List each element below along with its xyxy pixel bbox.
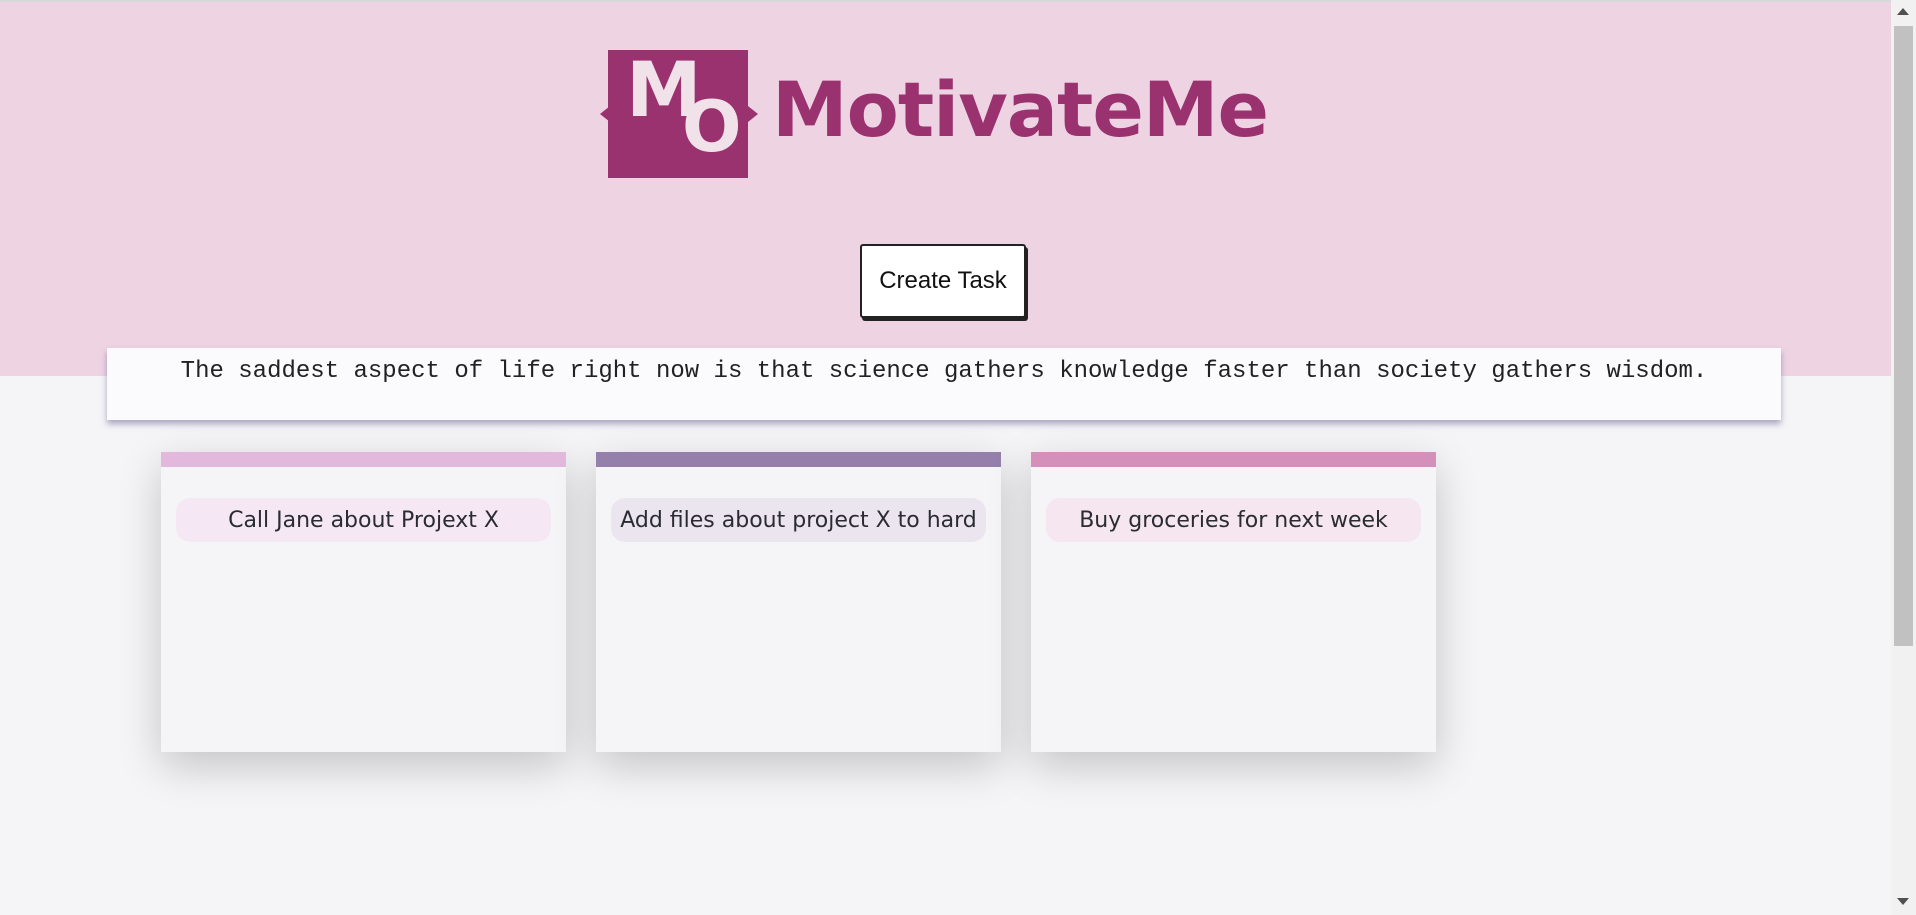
- logo-mark: M O: [608, 50, 748, 178]
- task-card: Add files about project X to hard: [596, 452, 1001, 752]
- task-title[interactable]: Buy groceries for next week: [1046, 498, 1421, 542]
- page: M O MotivateMe Create Task The saddest a…: [0, 0, 1891, 915]
- task-card: Buy groceries for next week: [1031, 452, 1436, 752]
- logo-notch-right: [748, 106, 758, 122]
- task-card-stripe: [596, 452, 1001, 467]
- quote-text: The saddest aspect of life right now is …: [180, 358, 1708, 385]
- scroll-up-arrow-icon[interactable]: [1897, 8, 1909, 15]
- logo-text: MotivateMe: [772, 65, 1269, 154]
- quote-banner: The saddest aspect of life right now is …: [107, 348, 1781, 420]
- logo: M O MotivateMe: [600, 50, 1270, 180]
- vertical-scrollbar[interactable]: [1891, 0, 1916, 915]
- task-card-stripe: [1031, 452, 1436, 467]
- task-title[interactable]: Add files about project X to hard: [611, 498, 986, 542]
- create-task-button[interactable]: Create Task: [860, 244, 1026, 318]
- scroll-down-arrow-icon[interactable]: [1897, 898, 1909, 905]
- header: M O MotivateMe Create Task: [0, 0, 1891, 376]
- task-card: Call Jane about Projext X: [161, 452, 566, 752]
- scrollbar-thumb[interactable]: [1894, 26, 1913, 646]
- logo-monogram-o: O: [682, 86, 742, 168]
- task-title[interactable]: Call Jane about Projext X: [176, 498, 551, 542]
- task-card-stripe: [161, 452, 566, 467]
